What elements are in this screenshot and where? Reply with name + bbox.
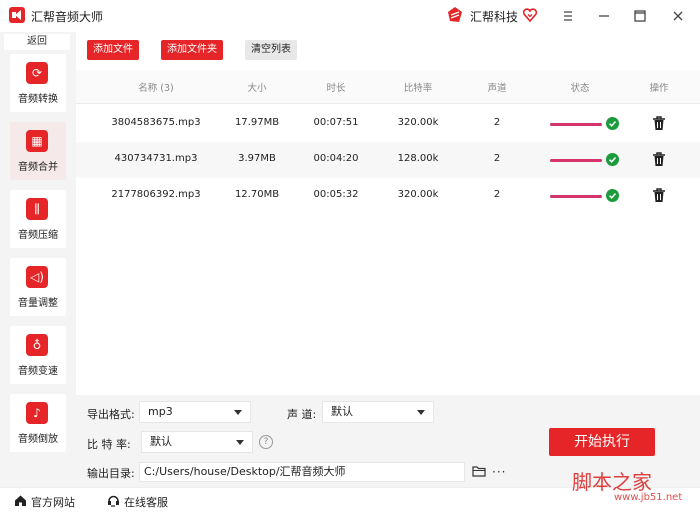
toolbar: 添加文件 添加文件夹 清空列表	[76, 32, 700, 68]
header-duration[interactable]: 时长	[306, 80, 366, 94]
support-link[interactable]: 在线客服	[107, 494, 177, 509]
sidebar-item-volume[interactable]: ◁) 音量调整	[10, 258, 66, 316]
file-channels: 2	[493, 153, 501, 164]
support-label: 在线客服	[124, 496, 168, 509]
format-select[interactable]: mp3	[139, 401, 251, 423]
progress-fill	[550, 123, 602, 126]
chevron-down-icon	[234, 410, 242, 415]
file-size: 12.70MB	[234, 189, 280, 200]
more-icon[interactable]: ···	[492, 465, 506, 479]
check-circle-icon	[606, 153, 619, 166]
file-bitrate: 128.00k	[397, 153, 439, 164]
sidebar-item-convert[interactable]: ⟳ 音频转换	[10, 54, 66, 112]
add-folder-button[interactable]: 添加文件夹	[161, 40, 223, 60]
check-circle-icon	[606, 117, 619, 130]
bitrate-label: 比 特 率:	[87, 438, 131, 451]
title-bar: 汇帮音频大师 汇帮科技	[0, 0, 700, 32]
close-icon[interactable]	[668, 6, 688, 26]
file-bitrate: 320.00k	[397, 117, 439, 128]
file-duration: 00:04:20	[313, 153, 359, 164]
file-size: 17.97MB	[234, 117, 280, 128]
clear-list-button[interactable]: 清空列表	[245, 40, 297, 60]
speed-icon: ♁	[26, 334, 48, 356]
trash-icon[interactable]	[652, 188, 666, 203]
file-duration: 00:07:51	[313, 117, 359, 128]
sidebar-item-merge[interactable]: ▦ 音频合并	[10, 122, 66, 180]
watermark-url: www.jb51.net	[614, 492, 683, 503]
header-channels[interactable]: 声道	[476, 80, 518, 94]
sidebar-item-compress[interactable]: ⫼ 音频压缩	[10, 190, 66, 248]
back-button[interactable]: 返回	[4, 34, 70, 50]
convert-icon: ⟳	[26, 62, 48, 84]
trash-icon[interactable]	[652, 152, 666, 167]
sidebar-item-label: 音频压缩	[18, 230, 58, 241]
chevron-down-icon	[417, 410, 425, 415]
progress-fill	[550, 159, 602, 162]
brand-logo-icon	[448, 7, 462, 22]
folder-icon[interactable]	[472, 466, 486, 477]
help-icon[interactable]: ?	[259, 435, 273, 449]
table-row[interactable]: 430734731.mp3 3.97MB 00:04:20 128.00k 2	[76, 142, 700, 178]
watermark: 脚本之家	[572, 470, 652, 494]
sidebar-item-speed[interactable]: ♁ 音频变速	[10, 326, 66, 384]
add-file-button[interactable]: 添加文件	[87, 40, 139, 60]
home-icon	[15, 495, 26, 506]
channel-label: 声 道:	[287, 408, 317, 421]
header-name[interactable]: 名称 (3)	[86, 80, 226, 94]
outdir-field[interactable]: C:/Users/house/Desktop/汇帮音频大师	[139, 462, 465, 482]
sidebar-item-label: 音频倒放	[18, 434, 58, 445]
compress-icon: ⫼	[26, 198, 48, 220]
menu-icon[interactable]	[558, 6, 578, 26]
header-status: 状态	[570, 83, 590, 94]
website-link[interactable]: 官方网站	[14, 494, 84, 509]
volume-icon: ◁)	[26, 266, 48, 288]
format-label: 导出格式:	[87, 408, 135, 421]
heart-icon[interactable]	[522, 7, 538, 23]
progress-bar	[550, 123, 602, 126]
app-title: 汇帮音频大师	[31, 10, 104, 24]
header-size[interactable]: 大小	[226, 80, 288, 94]
progress-bar	[550, 159, 602, 162]
sidebar-item-label: 音频变速	[18, 366, 58, 377]
table-header: 名称 (3) 大小 时长 比特率 声道 状态 操作	[76, 70, 700, 104]
format-value: mp3	[148, 405, 173, 418]
channel-select[interactable]: 默认	[322, 401, 434, 423]
table-row[interactable]: 2177806392.mp3 12.70MB 00:05:32 320.00k …	[76, 178, 700, 214]
header-action: 操作	[649, 83, 669, 94]
file-channels: 2	[493, 189, 501, 200]
chevron-down-icon	[236, 440, 244, 445]
progress-fill	[550, 195, 602, 198]
sidebar-item-label: 音频转换	[18, 94, 58, 105]
maximize-icon[interactable]	[630, 6, 650, 26]
sidebar-item-reverse[interactable]: ♪ 音频倒放	[10, 394, 66, 452]
sidebar-item-label: 音频合并	[18, 162, 58, 173]
minimize-icon[interactable]	[594, 6, 614, 26]
start-button[interactable]: 开始执行	[549, 428, 655, 456]
file-bitrate: 320.00k	[397, 189, 439, 200]
header-bitrate[interactable]: 比特率	[386, 80, 450, 94]
file-channels: 2	[493, 117, 501, 128]
channel-value: 默认	[331, 405, 353, 418]
reverse-icon: ♪	[26, 402, 48, 424]
bitrate-value: 默认	[150, 435, 172, 448]
file-duration: 00:05:32	[313, 189, 359, 200]
brand-name: 汇帮科技	[470, 10, 519, 24]
sidebar: 返回 ⟳ 音频转换 ▦ 音频合并 ⫼ 音频压缩 ◁) 音量调整 ♁ 音频变速 ♪…	[0, 32, 76, 487]
outdir-label: 输出目录:	[87, 467, 135, 480]
file-name: 2177806392.mp3	[111, 189, 201, 200]
file-name: 430734731.mp3	[114, 153, 198, 164]
file-size: 3.97MB	[238, 153, 276, 164]
merge-icon: ▦	[26, 130, 48, 152]
website-label: 官方网站	[31, 496, 75, 509]
file-name: 3804583675.mp3	[111, 117, 201, 128]
trash-icon[interactable]	[652, 116, 666, 131]
table-row[interactable]: 3804583675.mp3 17.97MB 00:07:51 320.00k …	[76, 106, 700, 142]
sidebar-item-label: 音量调整	[18, 298, 58, 309]
bitrate-select[interactable]: 默认	[141, 431, 253, 453]
progress-bar	[550, 195, 602, 198]
headset-icon	[108, 495, 119, 507]
check-circle-icon	[606, 189, 619, 202]
app-logo-icon	[9, 7, 25, 23]
